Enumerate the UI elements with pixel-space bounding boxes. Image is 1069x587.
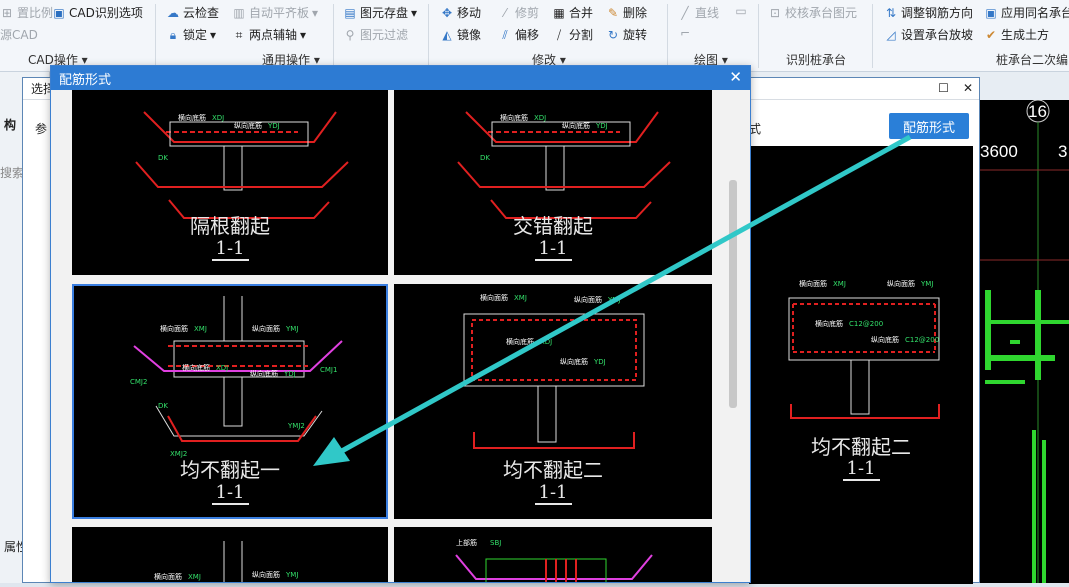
annotation-arrow xyxy=(313,134,912,466)
